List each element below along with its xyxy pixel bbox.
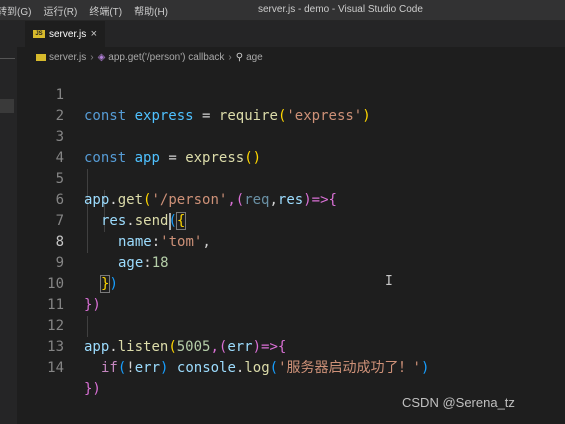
breadcrumb-callback[interactable]: app.get('/person') callback: [108, 52, 224, 63]
menu-terminal[interactable]: 终端(T): [83, 3, 128, 18]
activity-bar: [0, 21, 17, 424]
code-editor[interactable]: 1 const express = require('express') 2 3…: [17, 64, 565, 424]
mouse-ibeam-cursor-icon: I: [385, 274, 393, 289]
close-icon[interactable]: ×: [91, 28, 97, 40]
menu-help[interactable]: 帮助(H): [128, 3, 174, 18]
code-line-active: 8 age:18: [17, 211, 565, 271]
watermark: CSDN @Serena_tz: [402, 395, 515, 410]
menu-goto[interactable]: 转到(G): [0, 3, 37, 18]
code-line: 4: [17, 127, 565, 166]
code-line: 10 }): [17, 253, 565, 313]
method-cube-icon: ◈: [97, 51, 106, 63]
code-line: 9 }): [17, 232, 565, 293]
wrench-icon: ⚲: [235, 51, 244, 63]
activity-selected-indicator[interactable]: [0, 99, 14, 113]
code-text: }): [84, 381, 101, 397]
code-line: 7 name:'tom',: [17, 190, 565, 250]
javascript-file-icon: JS: [33, 30, 45, 38]
code-line: 13 if(!err) console.log('服务器启动成功了！'): [17, 316, 565, 376]
code-line: 2: [17, 85, 565, 124]
code-line: 12 app.listen(5005,(err)=>{: [17, 295, 565, 355]
code-line: 6 res.send({: [17, 169, 565, 230]
code-line: 5 app.get('/person',(req,res)=>{: [17, 148, 565, 208]
breadcrumb: server.js › ◈ app.get('/person') callbac…: [36, 50, 263, 64]
title-bar: 转到(G) 运行(R) 终端(T) 帮助(H) server.js - demo…: [0, 0, 565, 21]
tab-bar: JS server.js ×: [17, 21, 565, 47]
line-number: 14: [47, 360, 64, 376]
tab-server-js[interactable]: JS server.js ×: [25, 21, 105, 47]
chevron-right-icon: ›: [228, 51, 232, 63]
breadcrumb-symbol[interactable]: age: [246, 52, 263, 63]
chevron-right-icon: ›: [90, 51, 94, 63]
menu-run[interactable]: 运行(R): [37, 3, 83, 18]
code-line: 11: [17, 274, 565, 313]
code-line: 1 const express = require('express'): [17, 64, 565, 124]
code-line: 14 }): [17, 337, 565, 397]
breadcrumb-file[interactable]: server.js: [49, 52, 86, 63]
window-title: server.js - demo - Visual Studio Code: [258, 4, 423, 15]
code-text: if(!err) console.log('服务器启动成功了！'): [101, 360, 430, 376]
menu-bar: 转到(G) 运行(R) 终端(T) 帮助(H): [0, 0, 174, 20]
tab-label: server.js: [49, 28, 87, 40]
activity-divider: [0, 58, 15, 59]
javascript-file-icon: [36, 53, 46, 61]
code-line: 3 const app = express(): [17, 106, 565, 166]
text-cursor: [169, 213, 171, 230]
